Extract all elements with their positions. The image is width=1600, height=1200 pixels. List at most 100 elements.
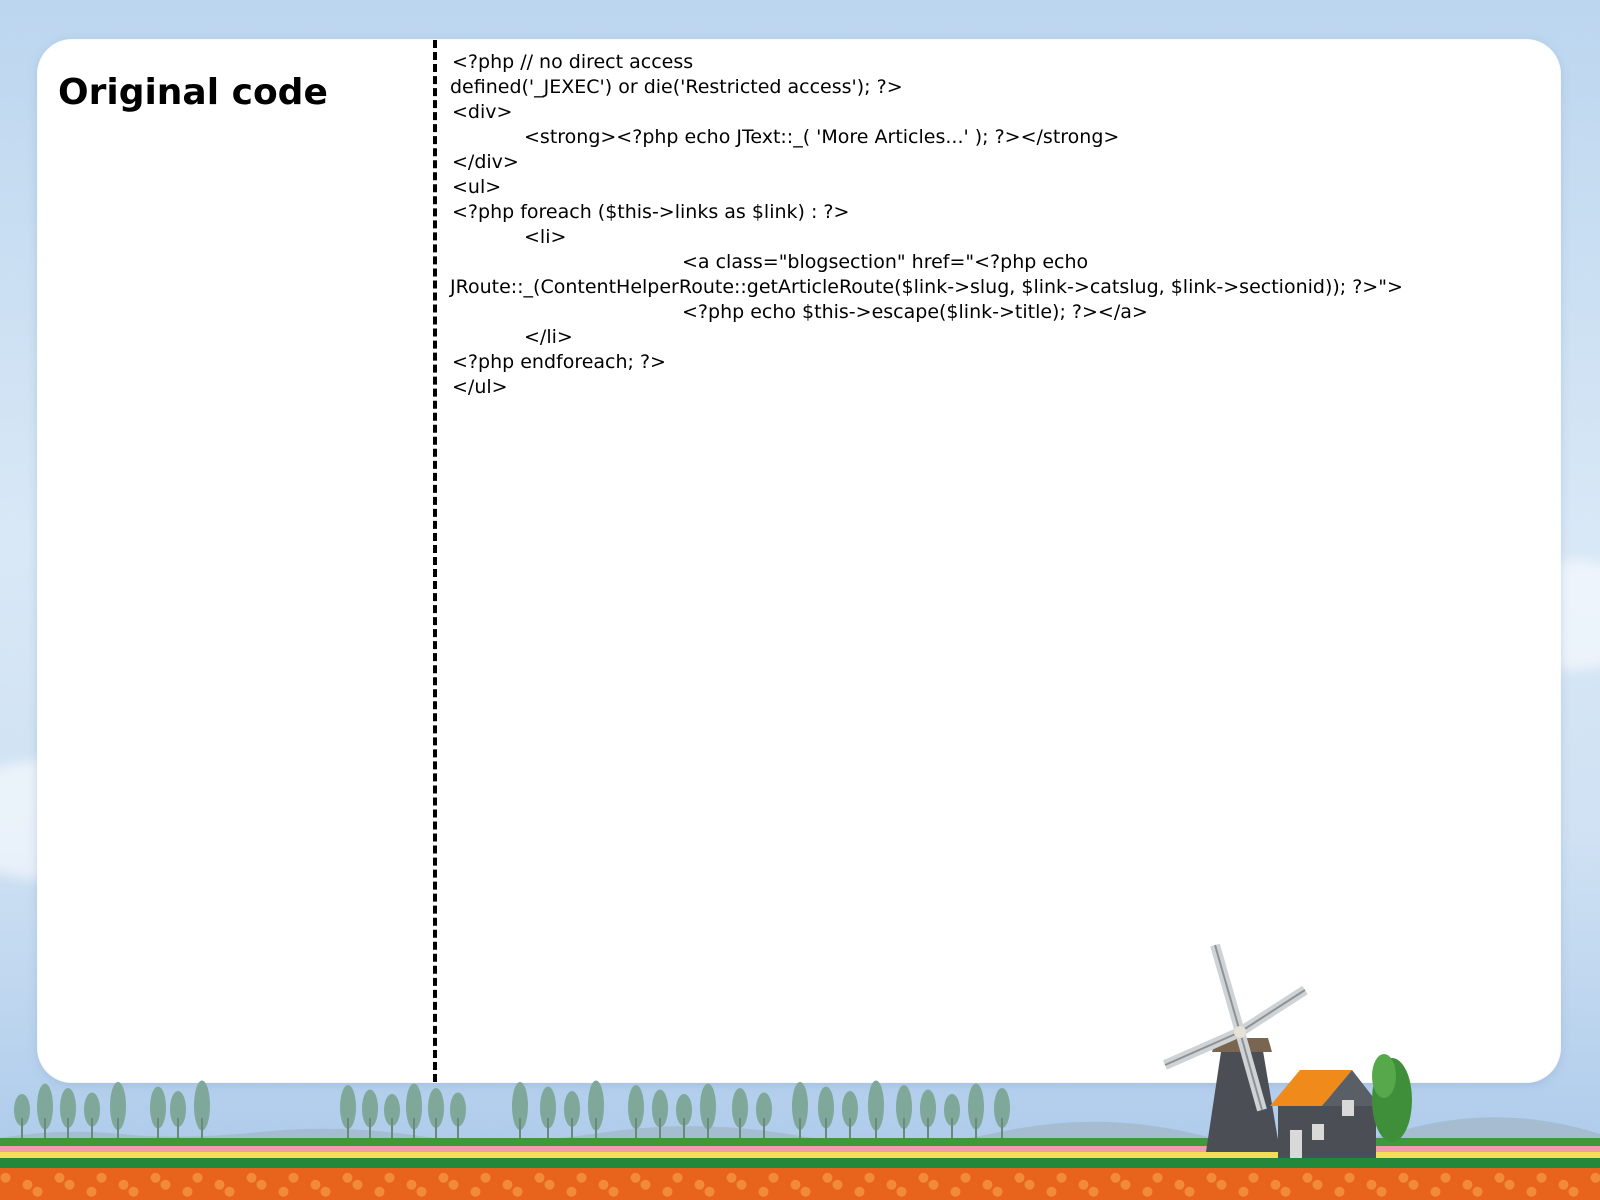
tulip-icon	[288, 1172, 299, 1183]
tulip-icon	[1270, 1179, 1281, 1190]
tree-trunk	[157, 1118, 159, 1138]
tulip-icon	[374, 1186, 385, 1197]
tulip-icon	[1344, 1172, 1355, 1183]
tulip-icon	[1280, 1186, 1291, 1197]
tree-trunk	[739, 1118, 741, 1138]
tulip-icon	[832, 1179, 843, 1190]
tulip-icon	[310, 1179, 321, 1190]
tulip-icon	[224, 1186, 235, 1197]
tree-trunk	[347, 1118, 349, 1138]
tree-trunk	[659, 1118, 661, 1138]
tulip-icon	[192, 1172, 203, 1183]
tulip-icon	[576, 1172, 587, 1183]
tulip-icon	[1568, 1186, 1579, 1197]
tulip-icon	[928, 1179, 939, 1190]
tulip-icon	[256, 1179, 267, 1190]
tulip-icon	[534, 1172, 545, 1183]
tulip-icon	[1366, 1179, 1377, 1190]
tulip-icon	[480, 1172, 491, 1183]
tulip-icon	[822, 1172, 833, 1183]
tulip-icon	[566, 1186, 577, 1197]
tulip-icon	[32, 1186, 43, 1197]
tulip-icon	[1526, 1186, 1537, 1197]
tulip-icon	[1206, 1172, 1217, 1183]
tulip-icon	[886, 1179, 897, 1190]
tree-trunk	[635, 1118, 637, 1138]
tulip-icon	[1024, 1179, 1035, 1190]
tulip-icon	[662, 1186, 673, 1197]
tulip-icon	[1142, 1186, 1153, 1197]
tulip-icon	[320, 1186, 331, 1197]
tulip-icon	[128, 1186, 139, 1197]
tulip-icon	[1430, 1186, 1441, 1197]
tulip-icon	[1056, 1172, 1067, 1183]
tree-trunk	[117, 1118, 119, 1138]
tulip-icon	[384, 1172, 395, 1183]
tree-trunk	[825, 1118, 827, 1138]
tulip-icon	[1014, 1172, 1025, 1183]
tree-trunk	[1001, 1118, 1003, 1138]
tulip-icon	[278, 1186, 289, 1197]
tulip-icon	[608, 1186, 619, 1197]
tulip-icon	[1462, 1179, 1473, 1190]
tulip-icon	[352, 1179, 363, 1190]
tulip-icon	[1312, 1179, 1323, 1190]
tulip-icon	[864, 1172, 875, 1183]
tree-trunk	[369, 1118, 371, 1138]
tulip-icon	[96, 1172, 107, 1183]
tulip-icon	[896, 1186, 907, 1197]
tulip-icon	[1376, 1186, 1387, 1197]
tulip-icon	[726, 1172, 737, 1183]
tulip-icon	[86, 1186, 97, 1197]
tulip-icon	[1558, 1179, 1569, 1190]
tulip-icon	[1494, 1172, 1505, 1183]
tree-trunk	[683, 1118, 685, 1138]
tulip-icon	[694, 1179, 705, 1190]
tree-trunk	[413, 1118, 415, 1138]
tulip-icon	[1334, 1186, 1345, 1197]
tulip-icon	[1184, 1186, 1195, 1197]
tree-trunk	[457, 1118, 459, 1138]
tree-trunk	[951, 1118, 953, 1138]
tulip-icon	[1238, 1186, 1249, 1197]
tulip-icon	[992, 1186, 1003, 1197]
tulip-icon	[214, 1179, 225, 1190]
landscape-illustration	[0, 943, 1600, 1200]
tree-trunk	[903, 1118, 905, 1138]
tulip-icon	[1472, 1186, 1483, 1197]
tulip-icon	[406, 1179, 417, 1190]
tulip-icon	[640, 1179, 651, 1190]
tree-trunk	[799, 1118, 801, 1138]
tulip-icon	[544, 1179, 555, 1190]
tulip-icon	[438, 1172, 449, 1183]
tulip-icon	[22, 1179, 33, 1190]
tree-trunk	[177, 1118, 179, 1138]
tulip-icon	[918, 1172, 929, 1183]
tulip-icon	[1152, 1172, 1163, 1183]
tulip-icon	[672, 1172, 683, 1183]
tree-trunk	[763, 1118, 765, 1138]
tree-trunk	[595, 1118, 597, 1138]
tree-trunk	[975, 1118, 977, 1138]
tulip-icon	[800, 1186, 811, 1197]
tulip-icon	[246, 1172, 257, 1183]
tulip-icon	[1248, 1172, 1259, 1183]
tulip-icon	[1536, 1172, 1547, 1183]
tulip-icon	[150, 1172, 161, 1183]
tree-trunk	[571, 1118, 573, 1138]
tulip-icon	[1078, 1179, 1089, 1190]
tree-trunk	[201, 1118, 203, 1138]
tulip-icon	[1088, 1186, 1099, 1197]
tulip-icon	[502, 1179, 513, 1190]
tulip-icon	[1504, 1179, 1515, 1190]
tulip-icon	[950, 1186, 961, 1197]
tulip-icon	[982, 1179, 993, 1190]
tree-trunk	[67, 1118, 69, 1138]
tree-trunk	[21, 1118, 23, 1138]
tulip-icon	[768, 1172, 779, 1183]
tulip-icon	[1216, 1179, 1227, 1190]
house-icon	[1270, 1070, 1380, 1158]
tulip-icon	[448, 1179, 459, 1190]
tulip-icon	[630, 1172, 641, 1183]
tulip-icon	[758, 1186, 769, 1197]
